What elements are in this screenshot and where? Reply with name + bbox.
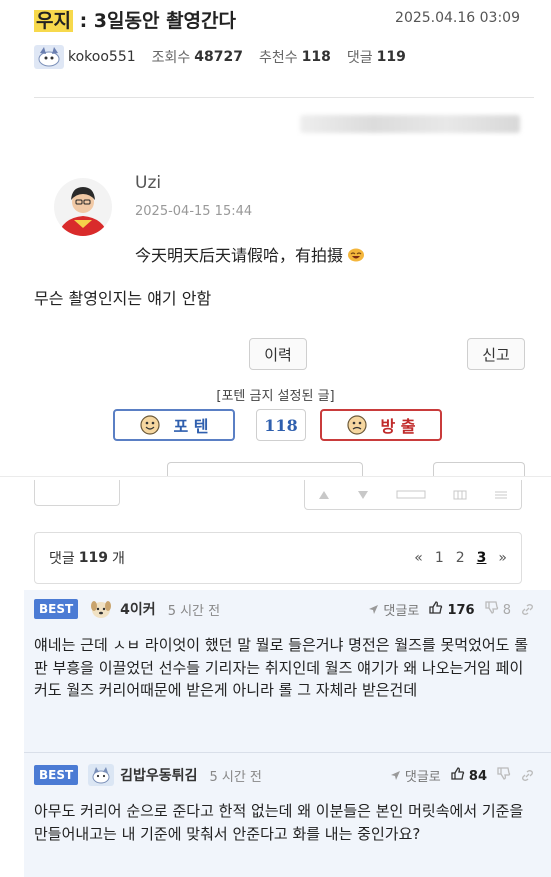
reply-button[interactable]: 댓글로 bbox=[368, 600, 419, 619]
weibo-text: 今天明天后天请假哈，有拍摄 bbox=[135, 242, 365, 266]
thumbs-up-button[interactable]: 84 bbox=[451, 766, 487, 784]
weibo-text-content: 今天明天后天请假哈，有拍摄 bbox=[135, 246, 344, 265]
author-avatar-icon[interactable] bbox=[34, 45, 64, 69]
thumbs-up-icon bbox=[429, 600, 443, 614]
thumbs-up-count: 176 bbox=[447, 602, 475, 618]
history-button[interactable]: 이력 bbox=[249, 338, 307, 370]
comment-summary-bar: 댓글 119 개 « 1 2 3 » bbox=[34, 532, 522, 584]
cat-avatar-icon bbox=[88, 764, 115, 786]
link-icon[interactable] bbox=[521, 769, 534, 782]
page-3-link[interactable]: 3 bbox=[477, 550, 487, 566]
thumbs-up-icon bbox=[451, 766, 464, 780]
list-button-partial[interactable] bbox=[167, 462, 363, 476]
post-meta: kokoo551 조회수 48727 추천수 118 댓글 119 bbox=[34, 44, 422, 70]
potten-vote-button[interactable]: 포 텐 bbox=[113, 409, 235, 441]
thumbs-down-icon bbox=[497, 766, 511, 780]
comment-bar-label: 댓글 bbox=[49, 551, 75, 567]
thumbs-up-count: 84 bbox=[468, 768, 487, 784]
dog-avatar-icon bbox=[91, 601, 112, 618]
page-2-link[interactable]: 2 bbox=[456, 550, 465, 566]
worried-face-icon bbox=[347, 415, 368, 435]
arrow-up-icon[interactable] bbox=[318, 490, 330, 500]
laughing-emoji-icon bbox=[348, 248, 365, 262]
recommend-label: 추천수 bbox=[259, 50, 298, 66]
title-text: : 3일동안 촬영간다 bbox=[72, 10, 236, 32]
send-icon bbox=[390, 770, 400, 780]
comment-header: BEST 4이커 5 시간 전 댓글로 176 8 bbox=[34, 596, 534, 622]
thumbs-down-button[interactable] bbox=[497, 766, 511, 784]
post-title: 우지 : 3일동안 촬영간다 2025.04.16 03:09 bbox=[34, 6, 534, 34]
arrow-down-icon[interactable] bbox=[357, 490, 369, 500]
reply-label: 댓글로 bbox=[383, 603, 420, 619]
vote-count: 118 bbox=[256, 409, 306, 441]
header-divider bbox=[34, 97, 534, 98]
comment-bar-unit: 개 bbox=[112, 551, 125, 567]
post-date: 2025.04.16 03:09 bbox=[395, 10, 520, 26]
reply-label: 댓글로 bbox=[404, 769, 441, 785]
views-count: 48727 bbox=[194, 49, 243, 65]
post-body-text: 무슨 촬영인지는 얘기 안함 bbox=[34, 289, 212, 308]
recommend-count: 118 bbox=[301, 49, 331, 65]
cropped-toolbar bbox=[0, 480, 551, 514]
link-icon[interactable] bbox=[521, 603, 534, 616]
weibo-username: Uzi bbox=[135, 173, 162, 193]
scrap-icon[interactable] bbox=[396, 490, 426, 500]
comment-actions: 댓글로 84 bbox=[390, 766, 534, 785]
smile-face-icon bbox=[140, 415, 161, 435]
title-tag: 우지 bbox=[34, 10, 73, 32]
potten-notice: [포텐 금지 설정된 글] bbox=[216, 389, 335, 404]
best-comments-section: BEST 4이커 5 시간 전 댓글로 176 8 얘네는 근데 ㅅㅂ 라이엇이… bbox=[24, 590, 551, 877]
vote-up-label: 포 텐 bbox=[173, 417, 209, 436]
send-icon bbox=[369, 604, 379, 614]
weibo-avatar-icon bbox=[54, 178, 112, 236]
comment-nickname[interactable]: 4이커 bbox=[120, 599, 156, 619]
comment-header: BEST 김밥우동튀김 5 시간 전 댓글로 84 bbox=[34, 762, 534, 788]
thumbs-down-icon bbox=[484, 600, 498, 614]
comment-body: 얘네는 근데 ㅅㅂ 라이엇이 했던 말 뭘로 들은거냐 명전은 월즈를 못먹었어… bbox=[34, 636, 529, 699]
views-label: 조회수 bbox=[151, 50, 191, 66]
best-badge: BEST bbox=[34, 599, 79, 619]
comment-body: 아무도 커리어 순으로 준다고 한적 없는데 왜 이분들은 본인 머릿속에서 기… bbox=[34, 802, 524, 843]
comment-time: 5 시간 전 bbox=[167, 603, 221, 619]
comment-bar-count: 119 bbox=[78, 550, 108, 566]
next-button-partial[interactable] bbox=[433, 462, 525, 476]
reply-button[interactable]: 댓글로 bbox=[390, 766, 441, 785]
comments-count: 119 bbox=[376, 49, 406, 65]
weibo-timestamp: 2025-04-15 15:44 bbox=[135, 204, 253, 219]
comment-actions: 댓글로 176 8 bbox=[368, 600, 534, 619]
list-icon[interactable] bbox=[494, 490, 508, 500]
comment-nickname[interactable]: 김밥우동튀김 bbox=[120, 765, 197, 785]
best-badge: BEST bbox=[34, 765, 79, 785]
grid-icon[interactable] bbox=[453, 490, 467, 500]
toolbar-right-partial bbox=[304, 480, 522, 510]
report-button[interactable]: 신고 bbox=[467, 338, 525, 370]
comments-label: 댓글 bbox=[346, 50, 373, 66]
prev-page-button[interactable]: « bbox=[414, 550, 423, 566]
page-1-link[interactable]: 1 bbox=[435, 550, 444, 566]
next-page-button[interactable]: » bbox=[498, 550, 507, 566]
comment-time: 5 시간 전 bbox=[209, 769, 262, 785]
thumbs-down-count: 8 bbox=[502, 602, 511, 618]
thumbs-up-button[interactable]: 176 bbox=[429, 600, 475, 618]
bangchul-vote-button[interactable]: 방 출 bbox=[320, 409, 442, 441]
toolbar-left-partial[interactable] bbox=[34, 480, 120, 506]
blurred-link bbox=[300, 115, 520, 133]
comment-pager: « 1 2 3 » bbox=[414, 550, 507, 566]
thumbs-down-button[interactable]: 8 bbox=[484, 600, 511, 618]
vote-down-label: 방 출 bbox=[380, 417, 416, 436]
comment-divider bbox=[24, 752, 551, 753]
author-name[interactable]: kokoo551 bbox=[68, 49, 136, 65]
